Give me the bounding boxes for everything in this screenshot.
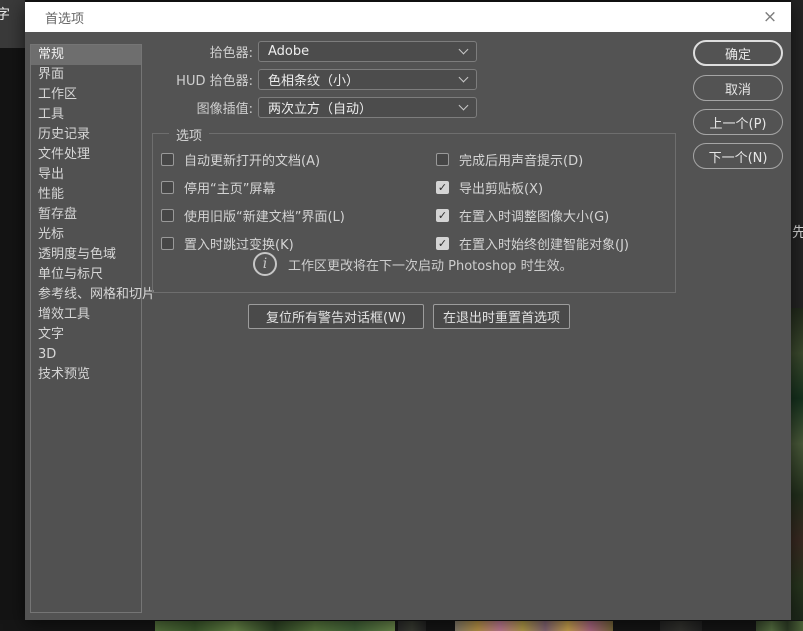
options-column-left: ✓ 自动更新打开的文档(A) ✓ 停用“主页”屏幕 ✓ 使用旧版“新建文档”界面… bbox=[161, 145, 345, 257]
option-label: 在置入时调整图像大小(G) bbox=[459, 206, 609, 225]
workspace-restart-notice: i 工作区更改将在下一次启动 Photoshop 时生效。 bbox=[253, 252, 573, 276]
background-app-fragment-top-left: 字 bbox=[0, 0, 25, 48]
ok-button[interactable]: 确定 bbox=[693, 40, 783, 66]
preferences-category-list: 常规 界面 工作区 工具 历史记录 文件处理 导出 性能 暂存盘 光标 透明度与… bbox=[30, 44, 142, 613]
close-icon[interactable]: × bbox=[755, 2, 785, 32]
cancel-button[interactable]: 取消 bbox=[693, 75, 783, 101]
options-group-legend: 选项 bbox=[169, 125, 209, 144]
sidebar-item-scratch-disks[interactable]: 暂存盘 bbox=[31, 205, 141, 225]
background-photo-thumbnail bbox=[660, 621, 702, 631]
sidebar-item-type[interactable]: 文字 bbox=[31, 325, 141, 345]
color-picker-label: 拾色器: bbox=[25, 42, 253, 61]
color-picker-row: 拾色器: Adobe bbox=[25, 41, 477, 62]
checkbox-beep-when-done[interactable]: ✓ bbox=[436, 153, 449, 166]
dialog-titlebar: 首选项 × bbox=[25, 2, 791, 32]
next-button[interactable]: 下一个(N) bbox=[693, 143, 783, 169]
image-interpolation-select[interactable]: 两次立方（自动） bbox=[258, 97, 477, 118]
checkbox-auto-update-open-documents[interactable]: ✓ bbox=[161, 153, 174, 166]
option-label: 使用旧版“新建文档”界面(L) bbox=[184, 206, 345, 225]
option-row: ✓ 自动更新打开的文档(A) bbox=[161, 145, 345, 173]
background-photo-thumbnail bbox=[455, 621, 613, 631]
reset-preferences-on-quit-button[interactable]: 在退出时重置首选项 bbox=[433, 304, 570, 329]
option-label: 自动更新打开的文档(A) bbox=[184, 150, 320, 169]
color-picker-select[interactable]: Adobe bbox=[258, 41, 477, 62]
sidebar-item-3d[interactable]: 3D bbox=[31, 345, 141, 365]
sidebar-item-history-log[interactable]: 历史记录 bbox=[31, 125, 141, 145]
sidebar-item-performance[interactable]: 性能 bbox=[31, 185, 141, 205]
sidebar-item-plugins[interactable]: 增效工具 bbox=[31, 305, 141, 325]
background-photo-thumbnail bbox=[756, 621, 803, 631]
checkbox-always-create-smart-objects[interactable]: ✓ bbox=[436, 237, 449, 250]
options-column-right: ✓ 完成后用声音提示(D) ✓ 导出剪贴板(X) ✓ 在置入时调整图像大小(G)… bbox=[436, 145, 629, 257]
preferences-dialog: 首选项 × 常规 界面 工作区 工具 历史记录 文件处理 导出 性能 暂存盘 光… bbox=[25, 2, 791, 620]
field-rows: 拾色器: Adobe HUD 拾色器: 色相条纹（小） 图像插值: bbox=[25, 41, 477, 125]
sidebar-item-technology-previews[interactable]: 技术预览 bbox=[31, 365, 141, 385]
background-photo-thumbnail bbox=[155, 621, 395, 631]
checkbox-resize-image-during-place[interactable]: ✓ bbox=[436, 209, 449, 222]
option-row: ✓ 导出剪贴板(X) bbox=[436, 173, 629, 201]
option-row: ✓ 在置入时调整图像大小(G) bbox=[436, 201, 629, 229]
option-label: 停用“主页”屏幕 bbox=[184, 178, 275, 197]
option-label: 在置入时始终创建智能对象(J) bbox=[459, 234, 629, 253]
sidebar-item-export[interactable]: 导出 bbox=[31, 165, 141, 185]
option-label: 导出剪贴板(X) bbox=[459, 178, 543, 197]
sidebar-item-guides-grid-slices[interactable]: 参考线、网格和切片 bbox=[31, 285, 141, 305]
option-row: ✓ 停用“主页”屏幕 bbox=[161, 173, 345, 201]
dialog-body: 常规 界面 工作区 工具 历史记录 文件处理 导出 性能 暂存盘 光标 透明度与… bbox=[25, 32, 791, 620]
dialog-title: 首选项 bbox=[45, 8, 84, 27]
option-label: 置入时跳过变换(K) bbox=[184, 234, 294, 253]
hud-color-picker-row: HUD 拾色器: 色相条纹（小） bbox=[25, 69, 477, 90]
option-label: 完成后用声音提示(D) bbox=[459, 150, 583, 169]
background-photo-thumbnail bbox=[398, 621, 426, 631]
check-icon: ✓ bbox=[438, 238, 447, 249]
option-row: ✓ 完成后用声音提示(D) bbox=[436, 145, 629, 173]
reset-all-warning-dialogs-button[interactable]: 复位所有警告对话框(W) bbox=[248, 304, 424, 329]
image-interpolation-row: 图像插值: 两次立方（自动） bbox=[25, 97, 477, 118]
sidebar-item-transparency-gamut[interactable]: 透明度与色域 bbox=[31, 245, 141, 265]
check-icon: ✓ bbox=[438, 182, 447, 193]
prev-button[interactable]: 上一个(P) bbox=[693, 109, 783, 135]
hud-color-picker-value: 色相条纹（小） bbox=[268, 70, 359, 89]
checkbox-legacy-new-document[interactable]: ✓ bbox=[161, 209, 174, 222]
image-interpolation-value: 两次立方（自动） bbox=[268, 98, 372, 117]
background-partial-text: 字 bbox=[0, 4, 10, 24]
chevron-down-icon bbox=[459, 45, 469, 55]
screen: 字 先 首选项 × 常规 界面 工作区 工具 历史记录 文件处理 导出 性能 暂… bbox=[0, 0, 803, 631]
option-row: ✓ 使用旧版“新建文档”界面(L) bbox=[161, 201, 345, 229]
check-icon: ✓ bbox=[438, 210, 447, 221]
hud-color-picker-select[interactable]: 色相条纹（小） bbox=[258, 69, 477, 90]
options-group: 选项 ✓ 自动更新打开的文档(A) ✓ 停用“主页”屏幕 ✓ 使用旧版“新建文档… bbox=[152, 133, 676, 293]
hud-color-picker-label: HUD 拾色器: bbox=[25, 70, 253, 89]
info-text: 工作区更改将在下一次启动 Photoshop 时生效。 bbox=[288, 255, 573, 274]
image-interpolation-label: 图像插值: bbox=[25, 98, 253, 117]
background-partial-text: 先 bbox=[792, 222, 803, 242]
checkbox-skip-transform-when-placing[interactable]: ✓ bbox=[161, 237, 174, 250]
color-picker-value: Adobe bbox=[268, 44, 309, 59]
chevron-down-icon bbox=[459, 101, 469, 111]
checkbox-export-clipboard[interactable]: ✓ bbox=[436, 181, 449, 194]
chevron-down-icon bbox=[459, 73, 469, 83]
sidebar-item-file-handling[interactable]: 文件处理 bbox=[31, 145, 141, 165]
info-icon: i bbox=[253, 252, 277, 276]
checkbox-disable-home-screen[interactable]: ✓ bbox=[161, 181, 174, 194]
sidebar-item-units-rulers[interactable]: 单位与标尺 bbox=[31, 265, 141, 285]
background-photo-sliver bbox=[790, 308, 803, 631]
sidebar-item-cursors[interactable]: 光标 bbox=[31, 225, 141, 245]
